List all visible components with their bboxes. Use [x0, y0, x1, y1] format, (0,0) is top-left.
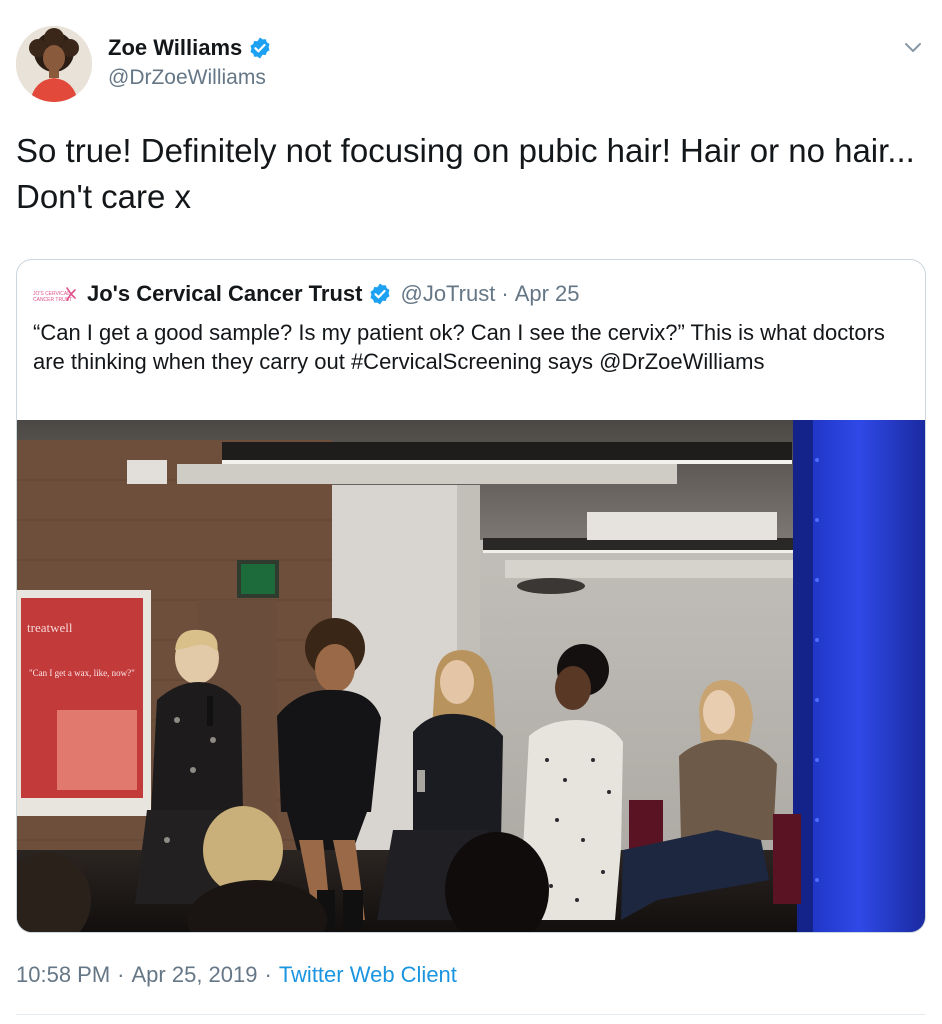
tweet-meta: 10:58 PM · Apr 25, 2019 · Twitter Web Cl… — [16, 962, 457, 988]
quoted-author-name[interactable]: Jo's Cervical Cancer Trust — [87, 281, 362, 307]
quoted-tweet-card[interactable]: JO'S CERVICAL CANCER TRUST Jo's Cervical… — [16, 259, 926, 933]
author-block: Zoe Williams @DrZoeWilliams — [108, 32, 272, 90]
quoted-tweet-header: JO'S CERVICAL CANCER TRUST Jo's Cervical… — [33, 278, 580, 310]
tweet-text: So true! Definitely not focusing on pubi… — [16, 132, 915, 215]
tweet-client-link[interactable]: Twitter Web Client — [279, 962, 457, 988]
quoted-tweet-photo[interactable]: treatwell "Can I get a wax, like, now?" — [17, 420, 925, 932]
quoted-date[interactable]: Apr 25 — [515, 281, 580, 307]
poster-brand-text: treatwell — [27, 620, 73, 635]
divider — [16, 1014, 926, 1015]
quoted-author-handle[interactable]: @JoTrust — [400, 281, 495, 307]
author-name-row: Zoe Williams — [108, 32, 272, 64]
verified-badge-icon — [370, 283, 390, 305]
poster-quote-text: "Can I get a wax, like, now?" — [29, 668, 135, 678]
verified-badge-icon — [250, 37, 270, 59]
author-display-name[interactable]: Zoe Williams — [108, 35, 242, 61]
tweet-time[interactable]: 10:58 PM — [16, 962, 110, 988]
quoted-separator: · — [501, 281, 509, 306]
avatar[interactable] — [16, 26, 92, 102]
quoted-tweet-text: “Can I get a good sample? Is my patient … — [33, 320, 885, 374]
tweet-date[interactable]: Apr 25, 2019 — [132, 962, 258, 988]
jo-trust-logo-icon: JO'S CERVICAL CANCER TRUST — [33, 287, 76, 303]
avatar-image — [16, 26, 92, 102]
meta-separator: · — [264, 962, 272, 987]
chevron-down-icon[interactable] — [902, 36, 924, 58]
meta-separator: · — [117, 962, 125, 987]
author-handle[interactable]: @DrZoeWilliams — [108, 66, 272, 90]
tweet: Zoe Williams @DrZoeWilliams So true! Def… — [0, 0, 942, 1024]
